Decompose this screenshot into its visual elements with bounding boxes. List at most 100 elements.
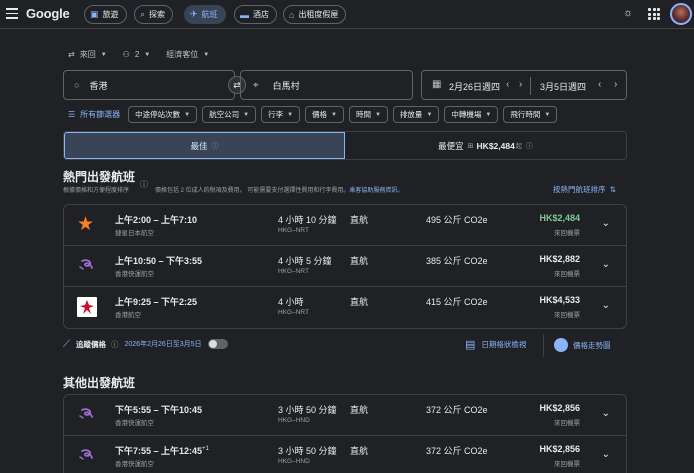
caret-down-icon: ▼	[144, 51, 151, 58]
top-flights-title: 熱門出發航班	[63, 170, 136, 184]
nav-hotels[interactable]: ▬ 酒店	[234, 5, 277, 24]
price-type: 來回機票	[554, 312, 580, 319]
flight-duration: 3 小時 50 分鐘	[278, 405, 337, 415]
flight-emissions: 372 公斤 CO2e	[426, 446, 488, 456]
all-filters-button[interactable]: ☰ 所有篩選器	[68, 109, 120, 120]
filter-times[interactable]: 時間 ▼	[348, 106, 388, 123]
hong-kong-airlines-emblem-icon	[80, 300, 94, 314]
nav-flights[interactable]: ✈ 航班	[184, 5, 226, 24]
filter-stops[interactable]: 中途停站次數 ▼	[128, 106, 198, 123]
flight-times: 上午2:00 – 上午7:10	[115, 215, 198, 225]
flight-route: HKG–NRT	[278, 227, 309, 234]
nav-travel[interactable]: ▣ 旅遊	[84, 5, 127, 24]
origin-field[interactable]: ○ 香港	[63, 70, 235, 100]
google-logo[interactable]: Google	[26, 6, 70, 21]
caret-down-icon: ▼	[184, 111, 191, 118]
flight-stops: 直航	[350, 297, 369, 307]
airline-name: 香港快運航空	[115, 461, 154, 468]
trip-options: ⇄ 來回 ▼ ⚇ 2 ▼ 經濟客位 ▼	[68, 49, 225, 60]
price-type: 來回機票	[554, 461, 580, 468]
other-flights-list: 下午5:55 – 下午10:45 香港快運航空 3 小時 50 分鐘 HKG–H…	[63, 394, 627, 473]
theme-sun-icon[interactable]: ☼	[623, 7, 633, 19]
next-day-indicator: +1	[202, 446, 209, 452]
divider	[543, 334, 544, 357]
trip-type-select[interactable]: ⇄ 來回 ▼	[68, 49, 107, 60]
flight-duration: 4 小時 5 分鐘	[278, 256, 332, 266]
date-picker[interactable]: ▦ 2月26日週四 ‹ › 3月5日週四 ‹ ›	[421, 70, 627, 100]
tab-cheapest[interactable]: 最便宜 ⊞ HK$2,484 起 ⓘ	[345, 132, 626, 159]
flight-stops: 直航	[350, 215, 369, 225]
price-disclaimer: 價格包括 2 位成人的稅項及費用。 可能需要支付選擇性費用和行李費用。乘客協助服…	[155, 188, 404, 194]
calendar-grid-icon: ▤	[465, 339, 476, 351]
destination-field[interactable]: ⌖ 白馬村	[240, 70, 413, 100]
top-flights-list: ★ 上午2:00 – 上午7:10 捷星日本航空 4 小時 10 分鐘 HKG–…	[63, 204, 627, 329]
apps-grid-icon[interactable]	[648, 8, 660, 20]
trending-icon: ⟋	[63, 338, 70, 350]
info-icon[interactable]: ⓘ	[111, 339, 119, 350]
flight-icon: ✈	[190, 9, 198, 19]
flight-row[interactable]: 上午9:25 – 下午2:25 香港航空 4 小時 HKG–NRT 直航 415…	[64, 287, 626, 328]
price-tag-icon: ⊞	[467, 142, 474, 150]
flight-route: HKG–HND	[278, 458, 310, 465]
filter-bags[interactable]: 行李 ▼	[261, 106, 301, 123]
caret-down-icon: ▼	[485, 111, 492, 118]
person-icon: ⚇	[122, 50, 130, 59]
info-icon[interactable]: ⓘ	[212, 141, 219, 151]
nav-explore[interactable]: ⌕ 探索	[134, 5, 174, 24]
location-pin-icon: ⌖	[253, 79, 259, 91]
tab-best[interactable]: 最佳 ⓘ	[64, 132, 345, 159]
hk-express-logo	[79, 408, 93, 419]
price-type: 來回機票	[554, 230, 580, 237]
caret-down-icon: ▼	[203, 51, 210, 58]
nav-vacation-rentals[interactable]: ⌂ 出租度假屋	[283, 5, 347, 24]
flight-row[interactable]: 下午7:55 – 上午12:45+1 香港快運航空 3 小時 50 分鐘 HKG…	[64, 436, 626, 473]
expand-chevron-icon[interactable]: ⌄	[602, 449, 610, 460]
depart-date[interactable]: 2月26日週四	[449, 80, 500, 93]
flight-row[interactable]: 上午10:50 – 下午3:55 香港快運航空 4 小時 5 分鐘 HKG–NR…	[64, 246, 626, 287]
flight-price: HK$4,533	[539, 295, 580, 305]
expand-chevron-icon[interactable]: ⌄	[602, 408, 610, 419]
caret-down-icon: ▼	[243, 111, 250, 118]
flight-price: HK$2,484	[539, 213, 580, 223]
explore-icon: ⌕	[140, 9, 146, 19]
flight-duration: 4 小時	[278, 297, 304, 307]
hk-express-logo	[79, 449, 93, 460]
return-next-icon[interactable]: ›	[614, 79, 617, 90]
expand-chevron-icon[interactable]: ⌄	[602, 300, 610, 311]
depart-next-icon[interactable]: ›	[519, 79, 522, 90]
return-prev-icon[interactable]: ‹	[598, 79, 601, 90]
return-date[interactable]: 3月5日週四	[540, 80, 586, 93]
caret-down-icon: ▼	[287, 111, 294, 118]
filter-price[interactable]: 價格 ▼	[305, 106, 344, 123]
info-icon[interactable]: ⓘ	[140, 179, 148, 190]
filter-duration[interactable]: 飛行時間 ▼	[503, 106, 558, 123]
cabin-select[interactable]: 經濟客位 ▼	[166, 49, 209, 60]
flight-emissions: 495 公斤 CO2e	[426, 215, 488, 225]
flight-emissions: 372 公斤 CO2e	[426, 405, 488, 415]
flight-row[interactable]: ★ 上午2:00 – 上午7:10 捷星日本航空 4 小時 10 分鐘 HKG–…	[64, 205, 626, 246]
expand-chevron-icon[interactable]: ⌄	[602, 259, 610, 270]
depart-prev-icon[interactable]: ‹	[506, 79, 509, 90]
filter-emissions[interactable]: 排放量 ▼	[392, 106, 440, 123]
flight-duration: 3 小時 50 分鐘	[278, 446, 337, 456]
sort-by-button[interactable]: 按熱門航班排序 ⇅	[553, 184, 616, 195]
filter-airlines[interactable]: 航空公司 ▼	[202, 106, 257, 123]
travel-icon: ▣	[90, 9, 99, 19]
info-icon[interactable]: ⓘ	[526, 141, 533, 151]
price-type: 來回機票	[554, 271, 580, 278]
menu-icon[interactable]	[6, 8, 18, 20]
price-graph-button[interactable]: 價格走勢圖	[554, 338, 611, 352]
flight-times: 上午10:50 – 下午3:55	[115, 256, 203, 266]
other-flights-title: 其他出發航班	[63, 376, 136, 390]
flight-row[interactable]: 下午5:55 – 下午10:45 香港快運航空 3 小時 50 分鐘 HKG–H…	[64, 395, 626, 436]
expand-chevron-icon[interactable]: ⌄	[602, 218, 610, 229]
avatar[interactable]	[670, 3, 692, 25]
passengers-select[interactable]: ⚇ 2 ▼	[123, 50, 151, 59]
date-grid-button[interactable]: ▤ 日期格狀檢視	[465, 338, 526, 351]
price-graph-icon	[554, 338, 568, 352]
track-prices-toggle[interactable]	[207, 339, 228, 349]
flight-route: HKG–HND	[278, 417, 310, 424]
passenger-assistance-link[interactable]: 乘客協助服務資訊。	[349, 188, 403, 194]
airline-name: 香港快運航空	[115, 271, 154, 278]
filter-connecting-airports[interactable]: 中轉機場 ▼	[444, 106, 499, 123]
